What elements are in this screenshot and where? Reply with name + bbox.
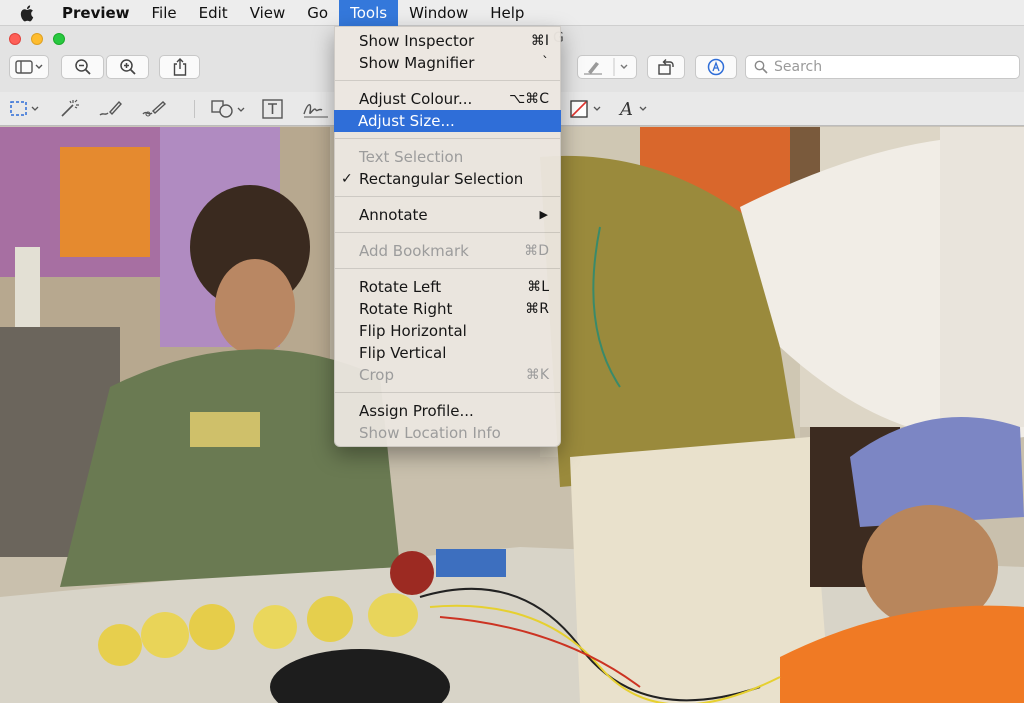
shortcut-label: ⌘K: [525, 367, 549, 383]
menu-item-adjust-size[interactable]: Adjust Size...: [334, 110, 561, 132]
menu-item-label: Annotate: [359, 206, 428, 224]
draw-pen-icon: [142, 101, 167, 117]
menu-view[interactable]: View: [239, 0, 297, 26]
search-field[interactable]: Search: [745, 55, 1020, 79]
menu-item-label: Rotate Right: [359, 300, 453, 318]
menu-item-rectangular-selection[interactable]: ✓ Rectangular Selection: [335, 168, 560, 190]
rotate-button[interactable]: [647, 55, 685, 79]
zoom-out-button[interactable]: [61, 55, 104, 79]
draw-tool[interactable]: [141, 98, 169, 120]
tools-menu-dropdown: Show Inspector ⌘I Show Magnifier ` Adjus…: [334, 26, 561, 447]
sidebar-toggle-button[interactable]: [9, 55, 49, 79]
menu-item-annotate[interactable]: Annotate ▶: [335, 204, 560, 226]
zoom-out-icon: [74, 59, 91, 75]
shortcut-label: ⌘D: [524, 243, 549, 259]
menu-tools[interactable]: Tools: [339, 0, 399, 26]
border-color-icon: [570, 100, 601, 118]
sidebar-icon: [15, 60, 43, 74]
menu-help[interactable]: Help: [479, 0, 535, 26]
menu-edit[interactable]: Edit: [188, 0, 239, 26]
menu-item-label: Flip Horizontal: [359, 322, 467, 340]
menu-separator: [335, 196, 560, 197]
markup-pen-icon: [707, 58, 725, 76]
shortcut-label: ⌘R: [525, 301, 549, 317]
signature-icon: [303, 104, 328, 118]
minimize-window-button[interactable]: [31, 33, 43, 45]
menu-item-assign-profile[interactable]: Assign Profile...: [335, 400, 560, 422]
svg-text:A: A: [618, 99, 633, 119]
menu-item-label: Crop: [359, 366, 395, 384]
zoom-in-icon: [119, 59, 136, 75]
sketch-tool[interactable]: [98, 98, 124, 120]
share-icon: [173, 58, 186, 76]
sign-tool[interactable]: [302, 98, 330, 120]
shortcut-label: ⌥⌘C: [509, 91, 549, 107]
menu-item-flip-vertical[interactable]: Flip Vertical: [335, 342, 560, 364]
menu-item-label: Show Inspector: [359, 32, 475, 50]
share-button[interactable]: [159, 55, 200, 79]
shapes-tool[interactable]: [210, 98, 250, 120]
menu-go[interactable]: Go: [296, 0, 339, 26]
apple-icon: [20, 4, 34, 21]
highlight-button[interactable]: [577, 55, 637, 79]
shapes-icon: [211, 100, 245, 118]
menu-item-label: Show Magnifier: [359, 54, 475, 72]
menu-file[interactable]: File: [141, 0, 188, 26]
zoom-window-button[interactable]: [53, 33, 65, 45]
zoom-in-button[interactable]: [106, 55, 149, 79]
menu-item-rotate-left[interactable]: Rotate Left ⌘L: [335, 276, 560, 298]
apple-menu[interactable]: [20, 0, 50, 26]
menu-separator: [335, 232, 560, 233]
menu-item-flip-horizontal[interactable]: Flip Horizontal: [335, 320, 560, 342]
rectangular-selection-tool[interactable]: [10, 98, 44, 120]
menu-item-show-location-info: Show Location Info: [335, 422, 560, 444]
magic-wand-icon: [61, 99, 79, 117]
border-color-tool[interactable]: [570, 98, 606, 120]
menu-item-label: Adjust Colour...: [359, 90, 473, 108]
close-window-button[interactable]: [9, 33, 21, 45]
search-placeholder: Search: [774, 59, 823, 75]
menu-item-rotate-right[interactable]: Rotate Right ⌘R: [335, 298, 560, 320]
markup-toolbar-button[interactable]: [695, 55, 737, 79]
menu-item-label: Adjust Size...: [358, 112, 455, 130]
menu-item-label: Rectangular Selection: [359, 170, 524, 188]
text-style-tool[interactable]: A: [618, 98, 654, 120]
menu-item-show-inspector[interactable]: Show Inspector ⌘I: [335, 30, 560, 52]
rotate-icon: [658, 59, 674, 75]
menu-item-label: Text Selection: [359, 148, 464, 166]
text-style-icon: A: [618, 99, 647, 119]
menu-item-add-bookmark: Add Bookmark ⌘D: [335, 240, 560, 262]
menu-item-crop: Crop ⌘K: [335, 364, 560, 386]
instant-alpha-tool[interactable]: [58, 98, 80, 120]
sketch-pen-icon: [99, 100, 122, 116]
menu-item-label: Add Bookmark: [359, 242, 469, 260]
menu-item-text-selection: Text Selection: [335, 146, 560, 168]
menu-item-label: Rotate Left: [359, 278, 442, 296]
shortcut-label: ⌘L: [527, 279, 549, 295]
menu-item-label: Show Location Info: [359, 424, 501, 442]
text-box-icon: [262, 99, 283, 119]
menu-separator: [335, 268, 560, 269]
menu-separator: [335, 392, 560, 393]
menu-item-label: Flip Vertical: [359, 344, 447, 362]
menu-item-adjust-colour[interactable]: Adjust Colour... ⌥⌘C: [335, 88, 560, 110]
text-tool[interactable]: [262, 98, 284, 120]
highlighter-icon: [584, 58, 628, 76]
menu-app-preview[interactable]: Preview: [50, 0, 141, 26]
menu-separator: [335, 138, 560, 139]
menu-window[interactable]: Window: [398, 0, 479, 26]
checkmark-icon: ✓: [341, 171, 353, 187]
menu-bar: Preview File Edit View Go Tools Window H…: [0, 0, 1024, 26]
shortcut-label: ⌘I: [530, 33, 549, 49]
menu-item-show-magnifier[interactable]: Show Magnifier `: [335, 52, 560, 74]
submenu-arrow-icon: ▶: [539, 208, 548, 221]
selection-rectangle-icon: [10, 101, 39, 116]
menu-item-label: Assign Profile...: [359, 402, 474, 420]
menu-separator: [335, 80, 560, 81]
toolbar-divider: [194, 100, 195, 118]
shortcut-label: `: [542, 55, 549, 71]
search-icon: [754, 60, 768, 74]
